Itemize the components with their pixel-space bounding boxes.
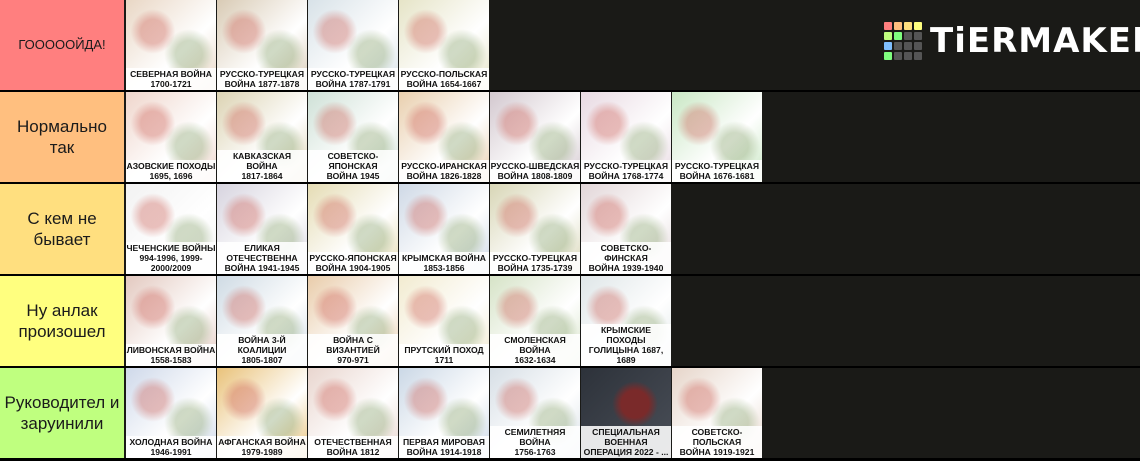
- tier-item[interactable]: КАВКАЗСКАЯ ВОЙНА 1817-1864: [217, 92, 307, 182]
- item-caption: РУССКО-ПОЛЬСКАЯ ВОЙНА 1654-1667: [399, 68, 489, 90]
- tier-label[interactable]: Нормально так: [0, 92, 124, 182]
- tier-items: ХОЛОДНАЯ ВОЙНА 1946-1991 АФГАНСКАЯ ВОЙНА …: [126, 368, 763, 458]
- item-caption: РУССКО-ТУРЕЦКАЯ ВОЙНА 1735-1739: [490, 252, 580, 274]
- tier-item[interactable]: ПЕРВАЯ МИРОВАЯ ВОЙНА 1914-1918: [399, 368, 489, 458]
- tier-item[interactable]: РУССКО-ПОЛЬСКАЯ ВОЙНА 1654-1667: [399, 0, 489, 90]
- tier-label[interactable]: С кем не бывает: [0, 184, 124, 274]
- logo-grid-cell: [914, 52, 922, 60]
- item-caption: АЗОВСКИЕ ПОХОДЫ 1695, 1696: [126, 160, 216, 182]
- item-caption: ЕЛИКАЯ ОТЕЧЕСТВЕННА ВОЙНА 1941-1945: [217, 242, 307, 274]
- item-caption: АФГАНСКАЯ ВОЙНА 1979-1989: [217, 436, 307, 458]
- item-caption: РУССКО-ЯПОНСКАЯ ВОЙНА 1904-1905: [308, 252, 398, 274]
- tier-item[interactable]: СПЕЦИАЛЬНАЯ ВОЕННАЯ ОПЕРАЦИЯ 2022 - ...: [581, 368, 671, 458]
- logo-grid-cell: [894, 42, 902, 50]
- tier-item[interactable]: ВОЙНА 3-Й КОАЛИЦИИ 1805-1807: [217, 276, 307, 366]
- tier-item[interactable]: СОВЕТСКО-ПОЛЬСКАЯ ВОЙНА 1919-1921: [672, 368, 762, 458]
- item-caption: РУССКО-ИРАНСКАЯ ВОЙНА 1826-1828: [399, 160, 489, 182]
- tiermaker-logo[interactable]: TiERMAKER: [884, 20, 1140, 62]
- item-caption: СОВЕТСКО-ПОЛЬСКАЯ ВОЙНА 1919-1921: [672, 426, 762, 458]
- logo-grid-cell: [894, 52, 902, 60]
- logo-grid-cell: [904, 32, 912, 40]
- item-caption: СОВЕТСКО-ЯПОНСКАЯ ВОЙНА 1945: [308, 150, 398, 182]
- tier-items: СЕВЕРНАЯ ВОЙНА 1700-1721 РУССКО-ТУРЕЦКАЯ …: [126, 0, 490, 90]
- item-caption: ОТЕЧЕСТВЕННАЯ ВОЙНА 1812: [308, 436, 398, 458]
- item-caption: КАВКАЗСКАЯ ВОЙНА 1817-1864: [217, 150, 307, 182]
- tier-items: ЛИВОНСКАЯ ВОЙНА 1558-1583 ВОЙНА 3-Й КОАЛИ…: [126, 276, 672, 366]
- item-caption: СПЕЦИАЛЬНАЯ ВОЕННАЯ ОПЕРАЦИЯ 2022 - ...: [581, 426, 671, 458]
- tier-item[interactable]: РУССКО-ЯПОНСКАЯ ВОЙНА 1904-1905: [308, 184, 398, 274]
- item-caption: ВОЙНА 3-Й КОАЛИЦИИ 1805-1807: [217, 334, 307, 366]
- logo-grid-cell: [914, 42, 922, 50]
- tier-row: С кем не бывает ЧЕЧЕНСКИЕ ВОЙНЫ 994-1996,…: [0, 184, 1140, 274]
- tier-item[interactable]: СОВЕТСКО-ЯПОНСКАЯ ВОЙНА 1945: [308, 92, 398, 182]
- tier-item[interactable]: СЕМИЛЕТНЯЯ ВОЙНА 1756-1763: [490, 368, 580, 458]
- logo-grid-cell: [884, 22, 892, 30]
- item-caption: ПРУТСКИЙ ПОХОД 1711: [399, 344, 489, 366]
- tier-row: Руководител и заруинили ХОЛОДНАЯ ВОЙНА 19…: [0, 368, 1140, 458]
- tier-item[interactable]: ВОЙНА С ВИЗАНТИЕЙ 970-971: [308, 276, 398, 366]
- tier-item[interactable]: РУССКО-ТУРЕЦКАЯ ВОЙНА 1768-1774: [581, 92, 671, 182]
- tier-item[interactable]: РУССКО-ТУРЕЦКАЯ ВОЙНА 1735-1739: [490, 184, 580, 274]
- logo-grid-cell: [894, 32, 902, 40]
- logo-text: TiERMAKER: [930, 21, 1140, 61]
- tier-item[interactable]: КРЫМСКИЕ ПОХОДЫ ГОЛИЦЫНА 1687, 1689: [581, 276, 671, 366]
- logo-grid-icon: [884, 22, 922, 60]
- tier-items: ЧЕЧЕНСКИЕ ВОЙНЫ 994-1996, 1999-2000/2009…: [126, 184, 672, 274]
- tier-item[interactable]: ЛИВОНСКАЯ ВОЙНА 1558-1583: [126, 276, 216, 366]
- item-caption: СМОЛЕНСКАЯ ВОЙНА 1632-1634: [490, 334, 580, 366]
- tier-item[interactable]: РУССКО-ТУРЕЦКАЯ ВОЙНА 1676-1681: [672, 92, 762, 182]
- item-caption: КРЫМСКАЯ ВОЙНА 1853-1856: [399, 252, 489, 274]
- tier-item[interactable]: ЧЕЧЕНСКИЕ ВОЙНЫ 994-1996, 1999-2000/2009: [126, 184, 216, 274]
- tier-item[interactable]: ПРУТСКИЙ ПОХОД 1711: [399, 276, 489, 366]
- tier-items: АЗОВСКИЕ ПОХОДЫ 1695, 1696 КАВКАЗСКАЯ ВОЙ…: [126, 92, 763, 182]
- item-caption: ЛИВОНСКАЯ ВОЙНА 1558-1583: [126, 344, 216, 366]
- item-caption: РУССКО-ТУРЕЦКАЯ ВОЙНА 1877-1878: [217, 68, 307, 90]
- tier-item[interactable]: СЕВЕРНАЯ ВОЙНА 1700-1721: [126, 0, 216, 90]
- tier-item[interactable]: СОВЕТСКО-ФИНСКАЯ ВОЙНА 1939-1940: [581, 184, 671, 274]
- tier-item[interactable]: РУССКО-ШВЕДСКАЯ ВОЙНА 1808-1809: [490, 92, 580, 182]
- item-caption: РУССКО-ШВЕДСКАЯ ВОЙНА 1808-1809: [490, 160, 580, 182]
- tier-label[interactable]: Ну анлак произошел: [0, 276, 124, 366]
- item-caption: РУССКО-ТУРЕЦКАЯ ВОЙНА 1676-1681: [672, 160, 762, 182]
- item-caption: КРЫМСКИЕ ПОХОДЫ ГОЛИЦЫНА 1687, 1689: [581, 324, 671, 366]
- item-caption: СЕМИЛЕТНЯЯ ВОЙНА 1756-1763: [490, 426, 580, 458]
- tier-label[interactable]: ГОООООЙДА!: [0, 0, 124, 90]
- tier-row: Нормально так АЗОВСКИЕ ПОХОДЫ 1695, 1696 К…: [0, 92, 1140, 182]
- logo-grid-cell: [894, 22, 902, 30]
- tier-board: ГОООООЙДА! СЕВЕРНАЯ ВОЙНА 1700-1721 РУССКО…: [0, 0, 1140, 461]
- tier-item[interactable]: АЗОВСКИЕ ПОХОДЫ 1695, 1696: [126, 92, 216, 182]
- tier-row: Ну анлак произошел ЛИВОНСКАЯ ВОЙНА 1558-1…: [0, 276, 1140, 366]
- logo-grid-cell: [884, 42, 892, 50]
- item-caption: РУССКО-ТУРЕЦКАЯ ВОЙНА 1787-1791: [308, 68, 398, 90]
- tier-item[interactable]: ЕЛИКАЯ ОТЕЧЕСТВЕННА ВОЙНА 1941-1945: [217, 184, 307, 274]
- tier-item[interactable]: РУССКО-ИРАНСКАЯ ВОЙНА 1826-1828: [399, 92, 489, 182]
- logo-grid-cell: [884, 52, 892, 60]
- item-caption: ХОЛОДНАЯ ВОЙНА 1946-1991: [126, 436, 216, 458]
- logo-grid-cell: [904, 52, 912, 60]
- tier-label[interactable]: Руководител и заруинили: [0, 368, 124, 458]
- tier-item[interactable]: ОТЕЧЕСТВЕННАЯ ВОЙНА 1812: [308, 368, 398, 458]
- item-caption: СЕВЕРНАЯ ВОЙНА 1700-1721: [126, 68, 216, 90]
- logo-grid-cell: [884, 32, 892, 40]
- item-caption: ПЕРВАЯ МИРОВАЯ ВОЙНА 1914-1918: [399, 436, 489, 458]
- tier-item[interactable]: РУССКО-ТУРЕЦКАЯ ВОЙНА 1877-1878: [217, 0, 307, 90]
- tier-item[interactable]: КРЫМСКАЯ ВОЙНА 1853-1856: [399, 184, 489, 274]
- item-caption: СОВЕТСКО-ФИНСКАЯ ВОЙНА 1939-1940: [581, 242, 671, 274]
- logo-grid-cell: [904, 42, 912, 50]
- logo-grid-cell: [914, 22, 922, 30]
- tier-item[interactable]: ХОЛОДНАЯ ВОЙНА 1946-1991: [126, 368, 216, 458]
- tier-item[interactable]: СМОЛЕНСКАЯ ВОЙНА 1632-1634: [490, 276, 580, 366]
- tier-item[interactable]: АФГАНСКАЯ ВОЙНА 1979-1989: [217, 368, 307, 458]
- item-caption: ВОЙНА С ВИЗАНТИЕЙ 970-971: [308, 334, 398, 366]
- item-caption: ЧЕЧЕНСКИЕ ВОЙНЫ 994-1996, 1999-2000/2009: [126, 242, 216, 274]
- tier-item[interactable]: РУССКО-ТУРЕЦКАЯ ВОЙНА 1787-1791: [308, 0, 398, 90]
- item-caption: РУССКО-ТУРЕЦКАЯ ВОЙНА 1768-1774: [581, 160, 671, 182]
- logo-grid-cell: [904, 22, 912, 30]
- logo-grid-cell: [914, 32, 922, 40]
